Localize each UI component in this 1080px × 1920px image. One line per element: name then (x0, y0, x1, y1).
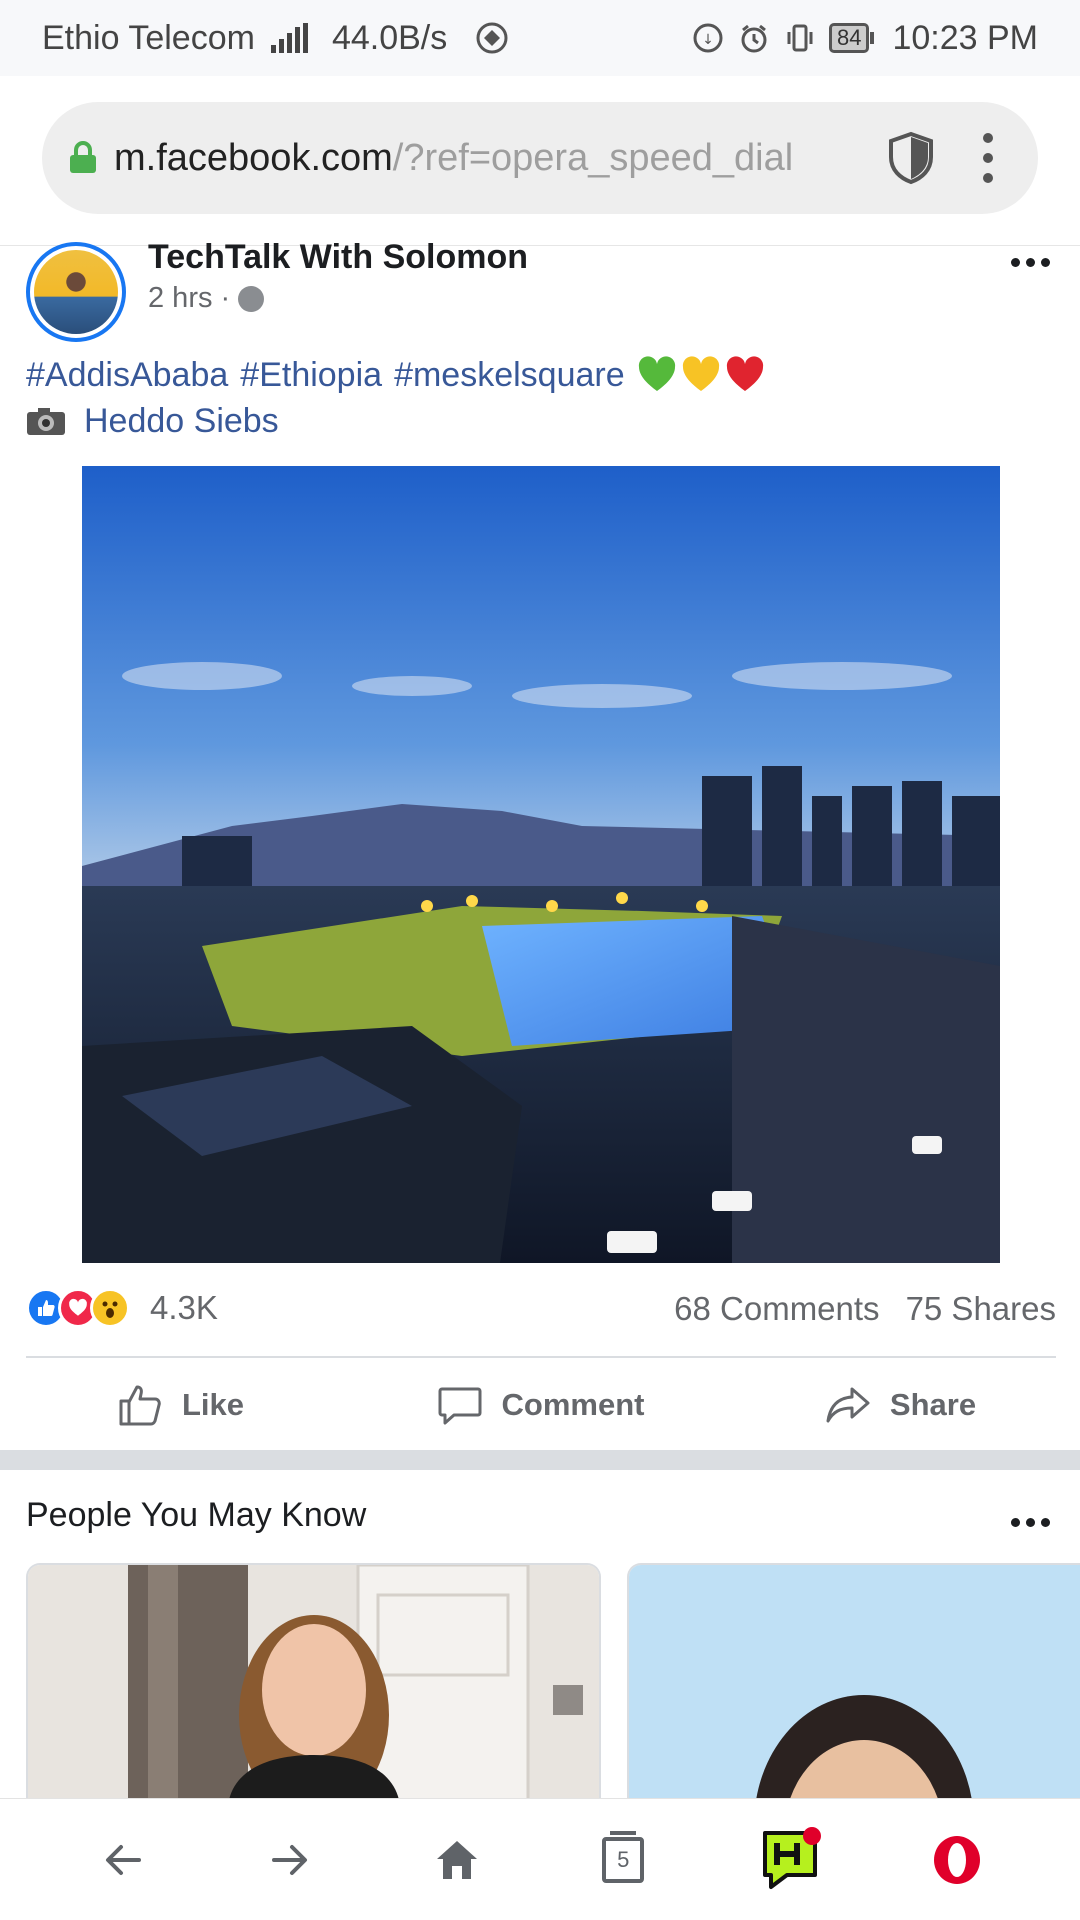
globe-icon (238, 285, 265, 312)
home-icon (436, 1840, 477, 1879)
post-photo[interactable] (82, 466, 1000, 1263)
pymk-photo (629, 1565, 1080, 1803)
tabs-icon: 5 (602, 1830, 645, 1883)
vpn-icon (475, 21, 509, 55)
wow-reaction-icon (90, 1288, 130, 1328)
comment-icon (438, 1387, 482, 1425)
browser-toolbar: m.facebook.com/?ref=opera_speed_dial (0, 76, 1080, 246)
post-options-button[interactable] (1011, 258, 1050, 267)
vibrate-icon (783, 21, 817, 55)
engagement-counts: 68 Comments 75 Shares (674, 1290, 1056, 1328)
red-heart-icon (726, 356, 763, 391)
thumbs-up-icon (119, 1385, 161, 1426)
like-label: Like (181, 1387, 245, 1422)
alarm-icon (737, 21, 771, 55)
reaction-count: 4.3K (150, 1289, 218, 1326)
meta-separator: · (220, 282, 231, 314)
url-path: /?ref=opera_speed_dial (392, 136, 794, 179)
notification-dot (802, 1826, 821, 1845)
post-time[interactable]: 2 hrs (148, 282, 212, 315)
browser-menu-icon[interactable] (978, 133, 998, 183)
hashtag-link[interactable]: #Ethiopia (240, 352, 382, 398)
shares-count[interactable]: 75 Shares (906, 1290, 1056, 1328)
pymk-photo (28, 1565, 599, 1803)
yellow-heart-icon (682, 356, 719, 391)
hype-button[interactable] (745, 1815, 835, 1905)
battery-icon: 84 (828, 23, 875, 53)
clock: 10:23 PM (892, 18, 1038, 57)
divider (26, 1356, 1056, 1358)
pymk-card[interactable] (26, 1563, 601, 1803)
svg-text:↓: ↓ (702, 32, 714, 48)
share-button[interactable]: Share (720, 1360, 1080, 1450)
url-domain: m.facebook.com (114, 136, 393, 179)
share-arrow-icon (826, 1387, 870, 1423)
signal-icon (270, 23, 308, 53)
pymk-title: People You May Know (26, 1496, 367, 1534)
hashtag-link[interactable]: #meskelsquare (394, 352, 625, 398)
opera-logo-icon (933, 1835, 980, 1884)
post-actions: Like Comment Share (0, 1360, 1080, 1450)
battery-level: 84 (828, 23, 870, 53)
post-author[interactable]: TechTalk With Solomon (148, 238, 528, 277)
camera-icon (27, 408, 65, 435)
arrow-left-icon (106, 1844, 142, 1875)
comment-label: Comment (501, 1387, 645, 1422)
back-button[interactable] (78, 1815, 168, 1905)
pymk-options-button[interactable] (1011, 1518, 1050, 1527)
post-caption: #AddisAbaba #Ethiopia #meskelsquare Hedd… (26, 352, 1056, 444)
forward-button[interactable] (245, 1815, 335, 1905)
post-meta: 2 hrs · (148, 282, 265, 315)
feed-separator (0, 1450, 1080, 1470)
tabs-button[interactable]: 5 (578, 1815, 668, 1905)
hashtag-link[interactable]: #AddisAbaba (26, 352, 228, 398)
comment-button[interactable]: Comment (360, 1360, 720, 1450)
status-bar: Ethio Telecom 44.0B/s ↓ 84 10:23 PM (0, 0, 1080, 76)
photo-credit-link[interactable]: Heddo Siebs (84, 398, 279, 444)
reactions-summary[interactable]: 4.3K (26, 1288, 218, 1328)
data-saver-icon: ↓ (691, 21, 725, 55)
pymk-card[interactable] (627, 1563, 1080, 1803)
like-button[interactable]: Like (0, 1360, 360, 1450)
share-label: Share (889, 1387, 977, 1422)
carrier-name: Ethio Telecom (42, 18, 255, 57)
tab-count: 5 (617, 1846, 630, 1872)
arrow-right-icon (271, 1844, 307, 1875)
opera-menu-button[interactable] (912, 1815, 1002, 1905)
comments-count[interactable]: 68 Comments (674, 1290, 879, 1328)
lock-icon (70, 141, 96, 173)
home-button[interactable] (412, 1815, 502, 1905)
green-heart-icon (638, 356, 675, 391)
shield-icon[interactable] (886, 131, 936, 185)
url-text: m.facebook.com/?ref=opera_speed_dial (114, 137, 793, 180)
author-avatar[interactable] (26, 242, 126, 342)
address-bar[interactable]: m.facebook.com/?ref=opera_speed_dial (42, 102, 1038, 214)
browser-bottom-nav: 5 (0, 1798, 1080, 1920)
network-speed: 44.0B/s (331, 18, 448, 57)
